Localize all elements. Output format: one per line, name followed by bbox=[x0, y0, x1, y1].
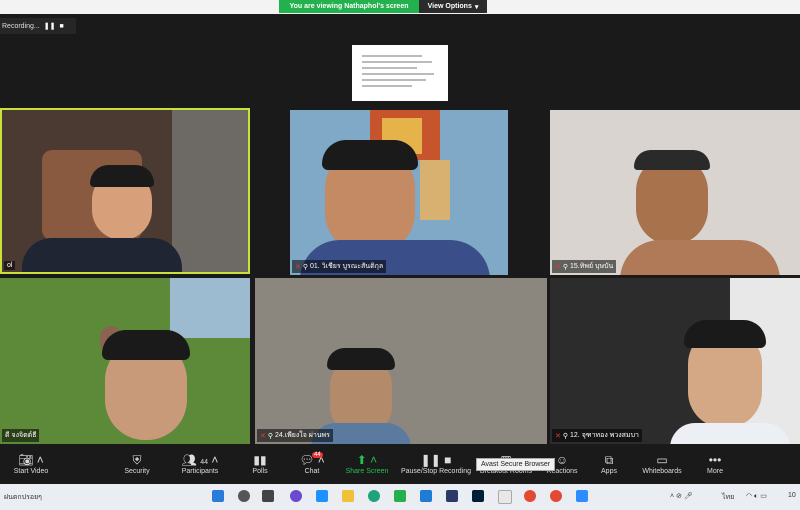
video-tile[interactable]: ✕ ⚲ 01. วิเชียร บูรณะสันติกุล bbox=[290, 110, 508, 275]
edge-icon[interactable] bbox=[368, 490, 380, 502]
chrome-icon[interactable] bbox=[550, 490, 562, 502]
windows-taskbar: ฝนตกปรอยๆ ˄ ⊘ 🎤︎ ไทย ◠ 🔈︎ ▭ 10 bbox=[0, 484, 800, 510]
stop-recording-icon[interactable]: ■ bbox=[59, 23, 63, 30]
line-icon[interactable] bbox=[394, 490, 406, 502]
more-icon: ••• bbox=[708, 453, 722, 467]
video-tile[interactable]: ✕ ⚲ 12. จุฑาทอง พวงสมบา bbox=[550, 278, 800, 444]
pause-stop-icon: ❚❚ ■ bbox=[420, 453, 452, 467]
viewing-banner: You are viewing Nathaphol's screen View … bbox=[279, 0, 487, 13]
search-icon[interactable] bbox=[238, 490, 250, 502]
share-screen-icon: ⬆ ˄ bbox=[356, 453, 378, 467]
clock[interactable]: 10 bbox=[788, 492, 796, 499]
pin-icon: ⚲ bbox=[302, 263, 309, 271]
chat-badge: 44 bbox=[312, 452, 323, 458]
photoshop-icon[interactable] bbox=[472, 490, 484, 502]
weather-label: ฝนตกปรอยๆ bbox=[4, 494, 42, 501]
task-view-icon[interactable] bbox=[262, 490, 274, 502]
recording-indicator: Recording... ❚❚ ■ bbox=[0, 18, 76, 34]
participant-name: ดี จงจิตต์ธี bbox=[2, 429, 40, 442]
network-icon[interactable]: ◠ 🔈︎ ▭ bbox=[746, 492, 767, 501]
chrome-icon[interactable] bbox=[524, 490, 536, 502]
mic-muted-icon: ✕ bbox=[555, 432, 561, 440]
mic-muted-icon: ✕ bbox=[555, 263, 561, 271]
whiteboards-button[interactable]: ▭ Whiteboards bbox=[636, 452, 688, 475]
dropbox-icon[interactable] bbox=[316, 490, 328, 502]
zoom-icon[interactable] bbox=[576, 490, 588, 502]
windows-start-icon[interactable] bbox=[212, 490, 224, 502]
whiteboard-icon: ▭ bbox=[656, 453, 668, 467]
participants-button[interactable]: 👥︎ 44 ˄ Participants bbox=[172, 452, 228, 475]
more-button[interactable]: ••• More bbox=[700, 452, 730, 475]
mic-muted-icon: ✕ bbox=[260, 432, 266, 440]
participant-name: ✕ ⚲ 01. วิเชียร บูรณะสันติกุล bbox=[292, 260, 387, 273]
polls-button[interactable]: ▮▮ Polls bbox=[240, 452, 280, 475]
store-icon[interactable] bbox=[446, 490, 458, 502]
share-screen-button[interactable]: ⬆ ˄ Share Screen bbox=[340, 452, 394, 475]
recording-label: Recording... bbox=[2, 22, 40, 30]
video-tile[interactable]: ดี จงจิตต์ธี bbox=[0, 278, 250, 444]
meeting-toolbar: 📷︎ ˄ Start Video ⛨ Security 👥︎ 44 ˄ Partici… bbox=[0, 448, 800, 484]
tooltip: Avast Secure Browser bbox=[476, 458, 556, 471]
pin-icon: ⚲ bbox=[267, 432, 274, 440]
security-button[interactable]: ⛨ Security bbox=[112, 452, 162, 475]
participant-name: ✕ ⚲ 15.ทิพย์ บุษบัน bbox=[552, 260, 617, 273]
camera-off-icon: 📷︎ ˄ bbox=[18, 453, 44, 467]
pause-recording-icon[interactable]: ❚❚ bbox=[44, 22, 56, 30]
viewing-label: You are viewing Nathaphol's screen bbox=[279, 0, 419, 13]
participant-name: ol bbox=[4, 261, 16, 270]
shared-screen-thumbnail[interactable] bbox=[352, 45, 448, 101]
view-options-label: View Options bbox=[427, 3, 472, 10]
apps-button[interactable]: ⧉ Apps bbox=[594, 452, 624, 475]
apps-icon: ⧉ bbox=[604, 453, 614, 467]
video-tile[interactable]: ✕ ⚲ 24.เพียงใจ ผ่านพร bbox=[255, 278, 547, 444]
tray-icons[interactable]: ˄ ⊘ 🎤︎ bbox=[670, 492, 693, 500]
shield-icon: ⛨ bbox=[132, 453, 142, 467]
video-tile[interactable]: ✕ ⚲ 15.ทิพย์ บุษบัน bbox=[550, 110, 800, 275]
chat-button[interactable]: 💬︎ ˄ Chat 44 bbox=[290, 452, 334, 475]
file-explorer-icon[interactable] bbox=[342, 490, 354, 502]
avast-browser-icon[interactable] bbox=[498, 490, 512, 504]
mic-muted-icon: ✕ bbox=[295, 263, 301, 271]
start-video-button[interactable]: 📷︎ ˄ Start Video bbox=[6, 452, 56, 475]
polls-icon: ▮▮ bbox=[253, 453, 267, 467]
view-options-button[interactable]: View Options ▾ bbox=[419, 0, 487, 13]
video-tile[interactable]: ol bbox=[0, 108, 250, 274]
pause-stop-recording-button[interactable]: ❚❚ ■ Pause/Stop Recording bbox=[398, 452, 474, 475]
teams-icon[interactable] bbox=[290, 490, 302, 502]
mail-icon[interactable] bbox=[420, 490, 432, 502]
participant-name: ✕ ⚲ 12. จุฑาทอง พวงสมบา bbox=[552, 429, 642, 442]
chevron-down-icon: ▾ bbox=[474, 3, 479, 11]
pin-icon: ⚲ bbox=[562, 263, 569, 271]
participant-name: ✕ ⚲ 24.เพียงใจ ผ่านพร bbox=[257, 429, 333, 442]
language-label[interactable]: ไทย bbox=[722, 492, 734, 503]
pin-icon: ⚲ bbox=[562, 432, 569, 440]
participants-icon: 👥︎ 44 ˄ bbox=[181, 453, 219, 467]
